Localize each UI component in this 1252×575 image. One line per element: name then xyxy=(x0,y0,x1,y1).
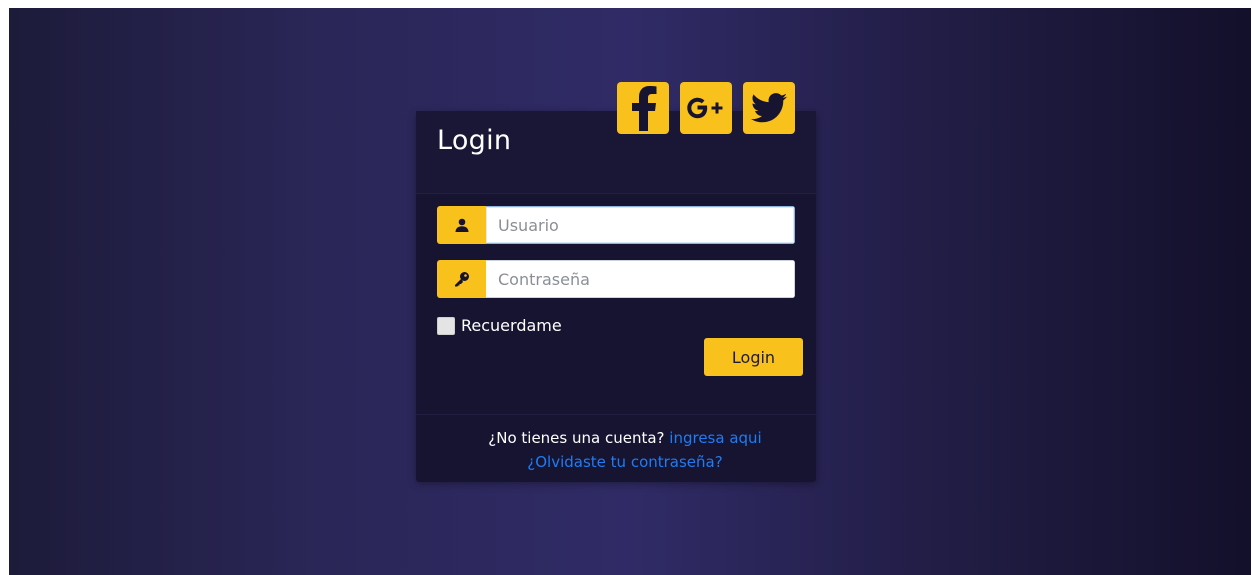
remember-label: Recuerdame xyxy=(461,316,562,335)
key-icon xyxy=(454,272,469,287)
google-plus-icon xyxy=(687,97,723,119)
card-footer: ¿No tienes una cuenta? ingresa aqui ¿Olv… xyxy=(416,414,816,483)
remember-checkbox[interactable] xyxy=(437,316,455,335)
forgot-password-link[interactable]: ¿Olvidaste tu contraseña? xyxy=(527,453,722,471)
password-addon xyxy=(437,260,486,298)
login-card: Login Usuario Recuerdame Login ¿No tiene… xyxy=(416,82,816,483)
facebook-button[interactable] xyxy=(617,82,669,134)
google-plus-button[interactable] xyxy=(680,82,732,134)
username-group xyxy=(437,206,795,244)
twitter-button[interactable] xyxy=(743,82,795,134)
username-addon xyxy=(437,206,486,244)
password-input[interactable] xyxy=(486,260,795,298)
forgot-line: ¿Olvidaste tu contraseña? xyxy=(416,453,816,471)
twitter-icon xyxy=(751,93,787,123)
login-button[interactable]: Login xyxy=(704,338,803,376)
login-title: Login xyxy=(437,125,512,156)
page-background: Login Usuario Recuerdame Login ¿No tiene… xyxy=(9,8,1251,575)
user-icon xyxy=(455,218,468,232)
no-account-text: ¿No tienes una cuenta? xyxy=(488,429,665,447)
facebook-icon xyxy=(632,86,657,131)
register-line: ¿No tienes una cuenta? ingresa aqui xyxy=(416,429,816,447)
username-input[interactable] xyxy=(486,206,795,244)
register-link[interactable]: ingresa aqui xyxy=(669,429,761,447)
card-header: Login xyxy=(416,82,816,194)
password-group xyxy=(437,260,795,298)
remember-me[interactable]: Recuerdame xyxy=(437,316,562,335)
